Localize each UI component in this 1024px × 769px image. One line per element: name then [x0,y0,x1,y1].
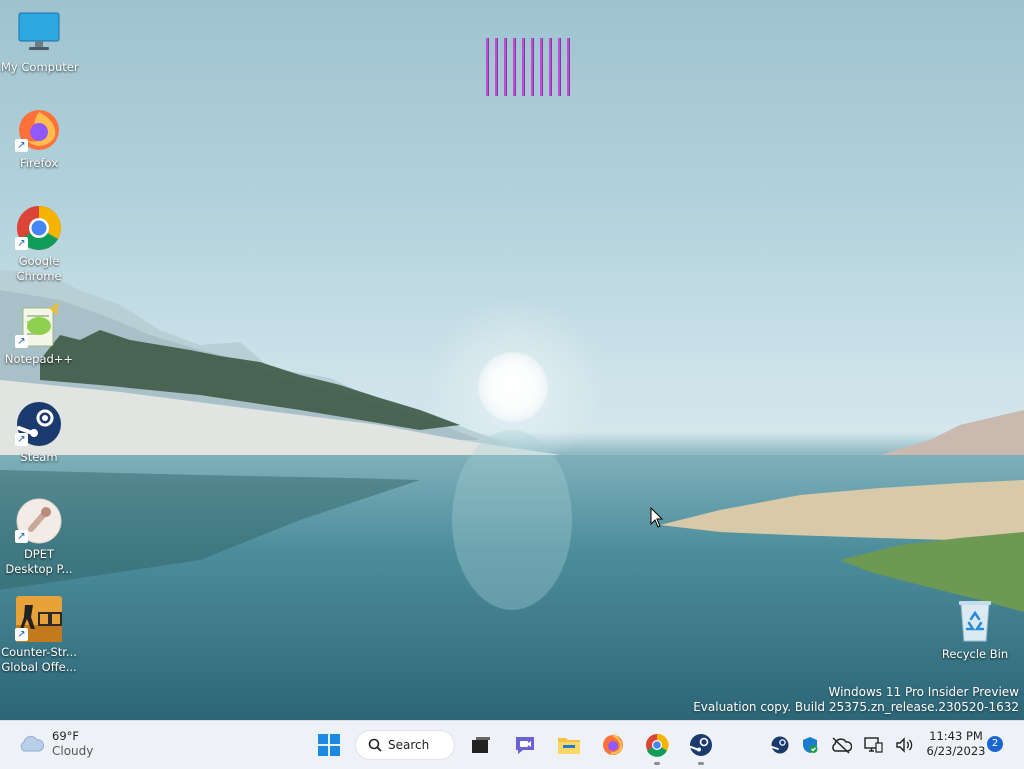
icon-label: Notepad++ [4,352,74,366]
clock-date: 6/23/2023 [926,744,986,758]
mouse-cursor-icon [650,507,664,528]
watermark-line2: Evaluation copy. Build 25375.zn_release.… [693,700,1019,714]
dpet-icon: ↗ [15,497,63,545]
desktop-icon-dpet[interactable]: ↗ DPET Desktop P... [1,497,77,577]
steam-icon: ↗ [15,400,63,448]
icon-label-line2: Desktop P... [5,562,73,576]
icon-label: My Computer [1,60,79,74]
file-explorer-icon [558,738,580,754]
desktop-icon-firefox[interactable]: ↗ Firefox [1,106,77,171]
shortcut-arrow-icon: ↗ [15,335,28,348]
firefox-icon [603,733,623,755]
running-indicator [698,762,704,765]
security-shield-icon[interactable] [800,735,820,755]
shortcut-arrow-icon: ↗ [15,139,28,152]
desktop-icon-chrome[interactable]: ↗ Google Chrome [1,204,77,284]
recycle-bin-icon [951,597,999,645]
search-icon [368,738,382,752]
notepadpp-icon: ↗ [15,302,63,350]
firefox-taskbar-button[interactable] [595,727,631,763]
sun [478,352,548,422]
shortcut-arrow-icon: ↗ [15,628,28,641]
teams-chat-button[interactable] [507,727,543,763]
teams-chat-icon [516,737,534,754]
desktop-icon-my-computer[interactable]: My Computer [1,10,79,75]
steam-tray-icon[interactable] [770,735,790,755]
taskbar-pinned-apps: Search [311,727,719,765]
icon-label: Google [18,254,60,268]
shortcut-arrow-icon: ↗ [15,530,28,543]
monitor-icon [15,10,63,58]
icon-label: DPET [23,547,55,561]
search-label: Search [388,738,430,752]
firefox-icon: ↗ [15,106,63,154]
start-button[interactable] [311,727,347,763]
shortcut-arrow-icon: ↗ [15,433,28,446]
icon-label: Firefox [19,156,59,170]
glitch-artifact [486,38,584,96]
chrome-icon [646,733,669,757]
desktop-icon-steam[interactable]: ↗ Steam [1,400,77,465]
icon-label-line2: Global Offe... [1,660,77,674]
notification-badge[interactable]: 2 [987,736,1003,752]
desktop-icon-recycle-bin[interactable]: Recycle Bin [937,597,1013,662]
shortcut-arrow-icon: ↗ [15,237,28,250]
search-button[interactable]: Search [355,730,455,760]
icon-label: Recycle Bin [941,647,1009,661]
csgo-icon: ↗ [15,595,63,643]
clock[interactable]: 11:43 PM 6/23/2023 [918,729,994,759]
running-indicator [654,762,660,765]
cloud-icon [20,735,44,752]
icon-label: Counter-Str... [1,645,77,659]
watermark-line1: Windows 11 Pro Insider Preview [828,685,1019,699]
network-icon[interactable] [862,735,884,755]
steam-taskbar-button[interactable] [683,727,719,765]
chrome-icon: ↗ [15,204,63,252]
volume-icon[interactable] [894,735,914,755]
weather-widget[interactable]: 69°F Cloudy [18,729,93,759]
chrome-taskbar-button[interactable] [639,727,675,765]
system-tray [770,733,914,757]
weather-temp: 69°F [52,729,79,743]
icon-label-line2: Chrome [16,269,62,283]
desktop[interactable]: My Computer ↗ Firefox ↗ Google Chrome ↗ … [0,0,1024,720]
clock-time: 11:43 PM [929,729,983,743]
weather-condition: Cloudy [52,744,94,758]
steam-icon [689,734,712,756]
desktop-icon-notepadpp[interactable]: ↗ Notepad++ [1,302,77,367]
icon-label: Steam [20,450,58,464]
task-view-icon [472,737,490,753]
start-icon [318,734,340,756]
task-view-button[interactable] [463,727,499,763]
onedrive-offline-icon[interactable] [830,735,852,755]
file-explorer-button[interactable] [551,727,587,763]
desktop-icon-csgo[interactable]: ↗ Counter-Str... Global Offe... [1,595,77,675]
taskbar: 69°F Cloudy Search 11:43 PM 6/23/2023 2 [0,720,1024,769]
evaluation-watermark: Windows 11 Pro Insider Preview Evaluatio… [693,685,1019,715]
